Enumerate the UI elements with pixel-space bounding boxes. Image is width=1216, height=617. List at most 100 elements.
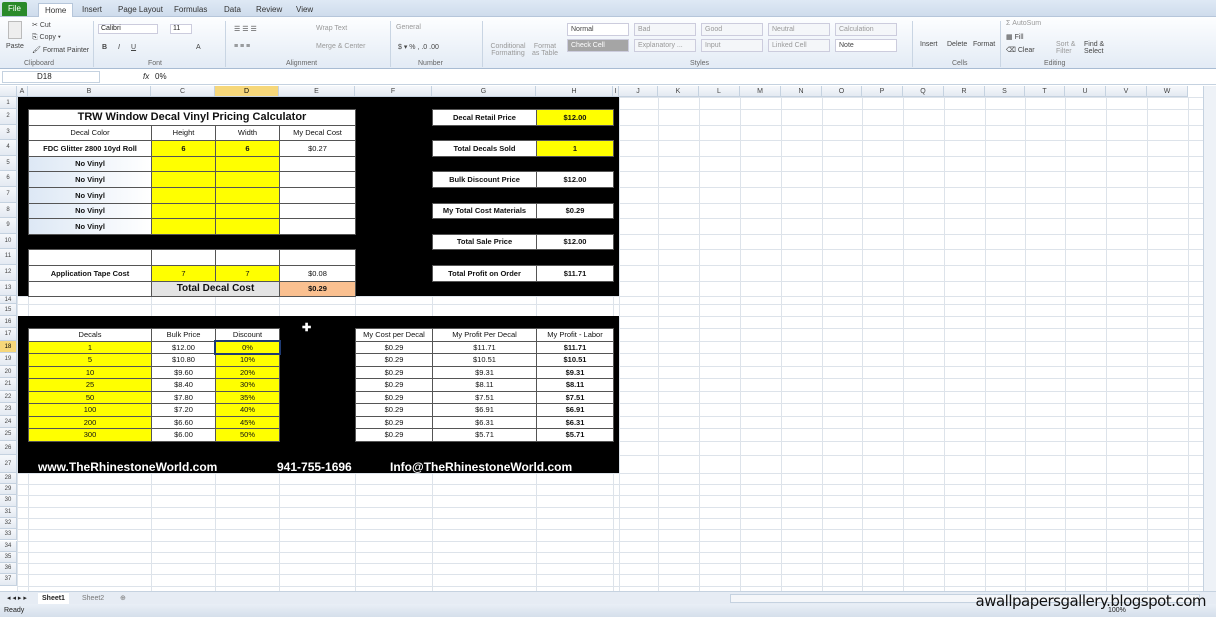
row-header-32[interactable]: 32: [0, 517, 17, 530]
font-size-select[interactable]: 11: [170, 24, 192, 34]
summary-label[interactable]: Total Profit on Order: [432, 265, 537, 282]
column-header-t[interactable]: T: [1025, 86, 1065, 97]
profit-per-decal-cell[interactable]: $6.91: [432, 403, 537, 417]
column-header-o[interactable]: O: [822, 86, 862, 97]
decals-cell[interactable]: 100: [28, 403, 152, 417]
select-all-button[interactable]: [0, 86, 17, 97]
total-decal-cost-value[interactable]: $0.29: [279, 280, 356, 298]
row-header-27[interactable]: 27: [0, 454, 17, 473]
profit-per-decal-cell[interactable]: $5.71: [432, 428, 537, 442]
decal-color-cell[interactable]: No Vinyl: [28, 218, 152, 235]
row-header-15[interactable]: 15: [0, 304, 17, 317]
tab-formulas[interactable]: Formulas: [168, 3, 213, 17]
cost-per-decal-cell[interactable]: $0.29: [355, 415, 433, 430]
column-header-k[interactable]: K: [658, 86, 699, 97]
profit-header[interactable]: My Profit - Labor: [536, 328, 614, 342]
row-header-29[interactable]: 29: [0, 484, 17, 496]
formula-input[interactable]: 0%: [155, 71, 167, 83]
format-cells-button[interactable]: Format: [973, 41, 995, 48]
profit-labor-cell[interactable]: $8.11: [536, 378, 614, 392]
currency-button[interactable]: $ ▾ % , .0 .00: [398, 43, 439, 51]
row-header-8[interactable]: 8: [0, 202, 17, 219]
row-header-4[interactable]: 4: [0, 140, 17, 156]
column-header-d[interactable]: D: [215, 86, 279, 97]
cell-style-good[interactable]: Good: [701, 23, 763, 36]
bulk-price-cell[interactable]: $6.00: [151, 428, 216, 442]
clear-button[interactable]: ⌫ Clear: [1006, 46, 1035, 54]
decal-cost-cell[interactable]: [279, 171, 356, 188]
row-header-24[interactable]: 24: [0, 415, 17, 429]
decal-cost-cell[interactable]: [279, 218, 356, 235]
copy-button[interactable]: ⎘ Copy ▾: [32, 34, 61, 42]
cut-button[interactable]: ✂ Cut: [32, 21, 51, 29]
cost-per-decal-cell[interactable]: $0.29: [355, 365, 433, 380]
row-header-22[interactable]: 22: [0, 390, 17, 404]
cost-per-decal-cell[interactable]: $0.29: [355, 353, 433, 367]
row-header-16[interactable]: 16: [0, 316, 17, 329]
cell-style-neutral[interactable]: Neutral: [768, 23, 830, 36]
summary-value[interactable]: $12.00: [536, 109, 614, 126]
row-header-21[interactable]: 21: [0, 378, 17, 391]
discount-cell[interactable]: 10%: [215, 353, 280, 367]
bulk-price-cell[interactable]: $9.60: [151, 365, 216, 380]
height-cell[interactable]: [151, 202, 216, 220]
width-cell[interactable]: [215, 171, 280, 188]
profit-labor-cell[interactable]: $10.51: [536, 353, 614, 367]
decal-cost-cell[interactable]: [279, 202, 356, 220]
summary-label[interactable]: Decal Retail Price: [432, 109, 537, 126]
paste-button[interactable]: Paste: [6, 43, 24, 50]
decals-cell[interactable]: 200: [28, 415, 152, 430]
profit-per-decal-cell[interactable]: $11.71: [432, 340, 537, 355]
profit-header[interactable]: My Cost per Decal: [355, 328, 433, 342]
profit-per-decal-cell[interactable]: $6.31: [432, 415, 537, 430]
row-header-10[interactable]: 10: [0, 233, 17, 250]
tab-data[interactable]: Data: [218, 3, 247, 17]
decals-cell[interactable]: 50: [28, 390, 152, 405]
row-header-20[interactable]: 20: [0, 365, 17, 379]
summary-value[interactable]: $12.00: [536, 171, 614, 188]
bulk-price-cell[interactable]: $12.00: [151, 340, 216, 355]
row-header-25[interactable]: 25: [0, 428, 17, 441]
cell-style-note[interactable]: Note: [835, 39, 897, 52]
sheet-tab-1[interactable]: Sheet1: [38, 593, 69, 604]
number-format-select[interactable]: General: [396, 24, 476, 34]
tape-height-cell[interactable]: 7: [151, 265, 216, 282]
decal-color-cell[interactable]: No Vinyl: [28, 155, 152, 173]
row-header-23[interactable]: 23: [0, 403, 17, 416]
profit-labor-cell[interactable]: $9.31: [536, 365, 614, 380]
column-header-v[interactable]: V: [1106, 86, 1147, 97]
delete-cells-button[interactable]: Delete: [947, 41, 967, 48]
profit-labor-cell[interactable]: $6.31: [536, 415, 614, 430]
row-header-14[interactable]: 14: [0, 296, 17, 305]
summary-label[interactable]: My Total Cost Materials: [432, 202, 537, 220]
profit-per-decal-cell[interactable]: $9.31: [432, 365, 537, 380]
cost-per-decal-cell[interactable]: $0.29: [355, 403, 433, 417]
merge-center-button[interactable]: Merge & Center: [316, 43, 365, 50]
row-header-34[interactable]: 34: [0, 540, 17, 552]
conditional-formatting-button[interactable]: Conditional Formatting: [486, 43, 530, 57]
row-header-11[interactable]: 11: [0, 249, 17, 265]
row-header-28[interactable]: 28: [0, 472, 17, 484]
format-as-table-button[interactable]: Format as Table: [530, 43, 560, 57]
column-header-q[interactable]: Q: [903, 86, 944, 97]
column-header-m[interactable]: M: [740, 86, 781, 97]
tab-file[interactable]: File: [2, 2, 27, 16]
format-painter-button[interactable]: 🖌 Format Painter: [32, 46, 89, 54]
row-header-9[interactable]: 9: [0, 218, 17, 234]
fill-button[interactable]: ▦ Fill: [1006, 33, 1024, 41]
row-header-26[interactable]: 26: [0, 440, 17, 455]
column-header-e[interactable]: E: [279, 86, 355, 97]
row-header-33[interactable]: 33: [0, 529, 17, 541]
calculator-title[interactable]: TRW Window Decal Vinyl Pricing Calculato…: [28, 109, 356, 126]
decal-cost-cell[interactable]: [279, 187, 356, 204]
bulk-price-cell[interactable]: $7.20: [151, 403, 216, 417]
decals-cell[interactable]: 25: [28, 378, 152, 392]
tab-page-layout[interactable]: Page Layout: [112, 3, 169, 17]
decal-cost-cell[interactable]: [279, 155, 356, 173]
cell-style-input[interactable]: Input: [701, 39, 763, 52]
calc-header[interactable]: Width: [215, 124, 280, 142]
sheet-tab-2[interactable]: Sheet2: [78, 593, 108, 604]
column-header-h[interactable]: H: [536, 86, 613, 97]
row-header-17[interactable]: 17: [0, 328, 17, 341]
tab-home[interactable]: Home: [38, 3, 74, 17]
